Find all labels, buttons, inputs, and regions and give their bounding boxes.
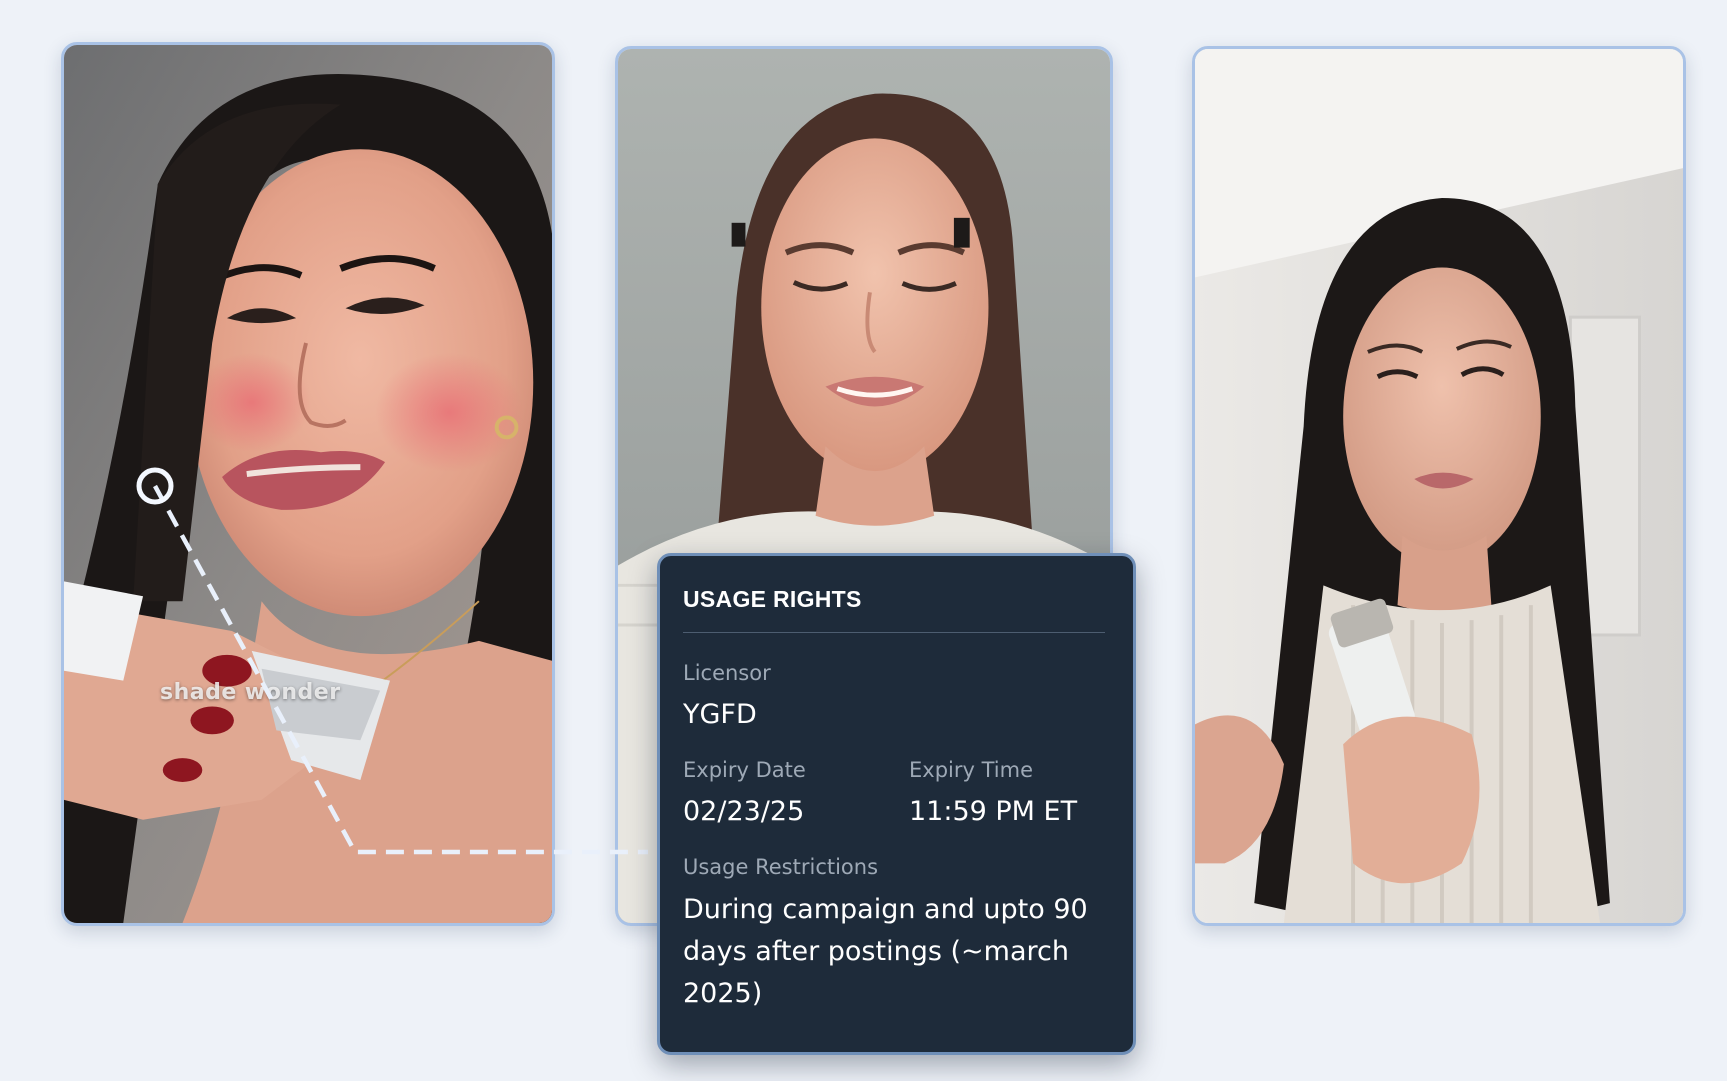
- expiry-time-field: Expiry Time 11:59 PM ET: [909, 758, 1077, 827]
- expiry-time-label: Expiry Time: [909, 758, 1033, 782]
- licensor-field: Licensor YGFD: [683, 661, 1105, 730]
- video-thumbnail-1[interactable]: [61, 42, 555, 926]
- creator-video-frame-1: [64, 45, 552, 923]
- video-thumbnail-3[interactable]: [1192, 46, 1686, 926]
- expiry-date-field: Expiry Date 02/23/25: [683, 758, 909, 827]
- expiry-row: Expiry Date 02/23/25 Expiry Time 11:59 P…: [683, 758, 1105, 827]
- expiry-time-value: 11:59 PM ET: [909, 796, 1078, 827]
- creator-video-frame-3: [1195, 49, 1683, 923]
- usage-restrictions-value: During campaign and upto 90 days after p…: [683, 894, 1088, 1009]
- video-caption-overlay: shade wonder: [160, 680, 341, 705]
- licensor-value: YGFD: [683, 699, 757, 730]
- panel-divider: [683, 632, 1105, 633]
- usage-rights-title: USAGE RIGHTS: [683, 586, 862, 612]
- usage-restrictions-label: Usage Restrictions: [683, 855, 879, 879]
- ugc-gallery: shade wonder USAGE RIGHTS Licensor YGFD …: [0, 0, 1727, 1081]
- usage-rights-panel: USAGE RIGHTS Licensor YGFD Expiry Date 0…: [657, 553, 1136, 1055]
- expiry-date-label: Expiry Date: [683, 758, 806, 782]
- licensor-label: Licensor: [683, 661, 771, 685]
- expiry-date-value: 02/23/25: [683, 796, 805, 827]
- usage-restrictions-field: Usage Restrictions During campaign and u…: [683, 855, 1105, 1015]
